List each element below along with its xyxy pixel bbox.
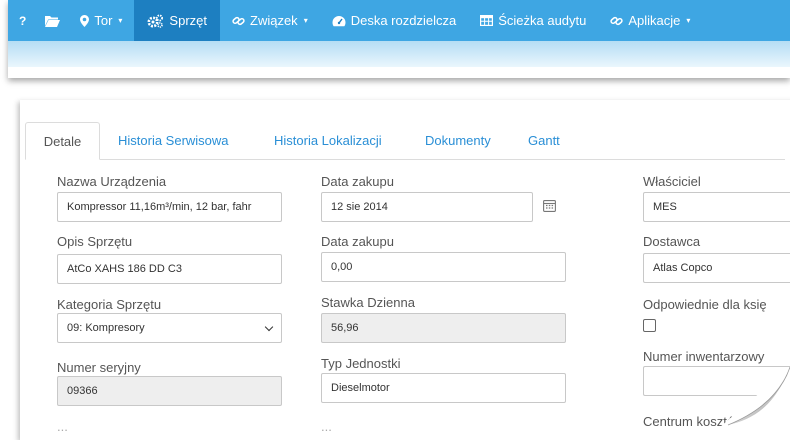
link-icon — [610, 16, 624, 25]
folder-open-icon — [45, 15, 61, 27]
chevron-down-icon: ▾ — [303, 16, 308, 25]
nav-zwiazek[interactable]: Związek ▾ — [220, 0, 320, 41]
cogs-icon — [147, 14, 164, 28]
nav-tor[interactable]: Tor ▾ — [72, 0, 134, 41]
nav-dashboard[interactable]: Deska rozdzielcza — [320, 0, 469, 41]
daily-rate-label: Stawka Dzienna — [321, 295, 415, 310]
map-marker-icon — [80, 14, 90, 27]
nav-tor-label: Tor — [94, 13, 113, 28]
nav-aplikacje-label: Aplikacje — [628, 13, 681, 28]
unit-type-label: Typ Jednostki — [321, 356, 401, 371]
chevron-down-icon: ▾ — [686, 16, 691, 25]
inventory-label: Numer inwentarzowy — [643, 349, 765, 364]
question-icon: ? — [19, 13, 27, 28]
tab-bar: Detale Historia Serwisowa Historia Lokal… — [25, 122, 785, 160]
device-name-input[interactable]: Kompressor 11,16m³/min, 12 bar, fahr — [57, 192, 282, 222]
top-banner: ? Tor ▾ Sprzęt Związek ▾ Deska rozdzielc… — [8, 0, 790, 78]
description-input[interactable]: AtCo XAHS 186 DD C3 — [57, 254, 282, 284]
equipment-panel: Detale Historia Serwisowa Historia Lokal… — [20, 100, 790, 440]
nav-folder[interactable] — [37, 0, 72, 41]
category-label: Kategoria Sprzętu — [57, 297, 162, 312]
nav-sprzet-label: Sprzęt — [169, 13, 207, 28]
link-icon — [232, 16, 245, 25]
serial-label: Numer seryjny — [57, 360, 141, 375]
tab-historia-serwisowa[interactable]: Historia Serwisowa — [118, 122, 229, 159]
nav-dashboard-label: Deska rozdzielcza — [350, 13, 457, 28]
tab-gantt[interactable]: Gantt — [528, 122, 560, 159]
nav-audit-label: Ścieżka audytu — [498, 13, 587, 28]
tab-dokumenty[interactable]: Dokumenty — [425, 122, 491, 159]
nav-help[interactable]: ? — [8, 0, 37, 41]
supplier-input[interactable]: Atlas Copco — [643, 253, 790, 283]
accounting-label: Odpowiednie dla księ — [643, 297, 767, 312]
description-label: Opis Sprzętu — [57, 234, 133, 249]
unit-type-input[interactable]: Dieselmotor — [321, 373, 566, 403]
category-select[interactable]: 09: Kompresory — [57, 313, 282, 343]
table-icon — [480, 15, 494, 26]
chevron-down-icon: ▾ — [118, 16, 123, 25]
accounting-checkbox[interactable] — [643, 319, 656, 332]
main-navbar: ? Tor ▾ Sprzęt Związek ▾ Deska rozdzielc… — [8, 0, 790, 41]
navbar-subbar — [8, 41, 790, 67]
tab-detale[interactable]: Detale — [25, 122, 100, 160]
serial-input: 09366 — [57, 376, 282, 406]
purchase-date-input[interactable]: 12 sie 2014 — [321, 192, 533, 222]
supplier-label: Dostawca — [643, 234, 701, 249]
nav-audit[interactable]: Ścieżka audytu — [468, 0, 598, 41]
purchase-date-label: Data zakupu — [321, 174, 394, 189]
tab-historia-lokalizacji[interactable]: Historia Lokalizacji — [274, 122, 382, 159]
nav-zwiazek-label: Związek — [250, 13, 298, 28]
owner-label: Właściciel — [643, 174, 701, 189]
device-name-label: Nazwa Urządzenia — [57, 174, 167, 189]
purchase-price-input[interactable]: 0,00 — [321, 252, 566, 282]
page-curl-decoration — [720, 367, 790, 427]
daily-rate-input: 56,96 — [321, 313, 566, 343]
calendar-icon[interactable] — [543, 199, 556, 212]
nav-sprzet[interactable]: Sprzęt — [134, 0, 220, 41]
dashboard-icon — [332, 15, 346, 26]
nav-aplikacje[interactable]: Aplikacje ▾ — [598, 0, 702, 41]
owner-input[interactable]: MES — [643, 192, 790, 222]
purchase-price-label: Data zakupu — [321, 234, 394, 249]
